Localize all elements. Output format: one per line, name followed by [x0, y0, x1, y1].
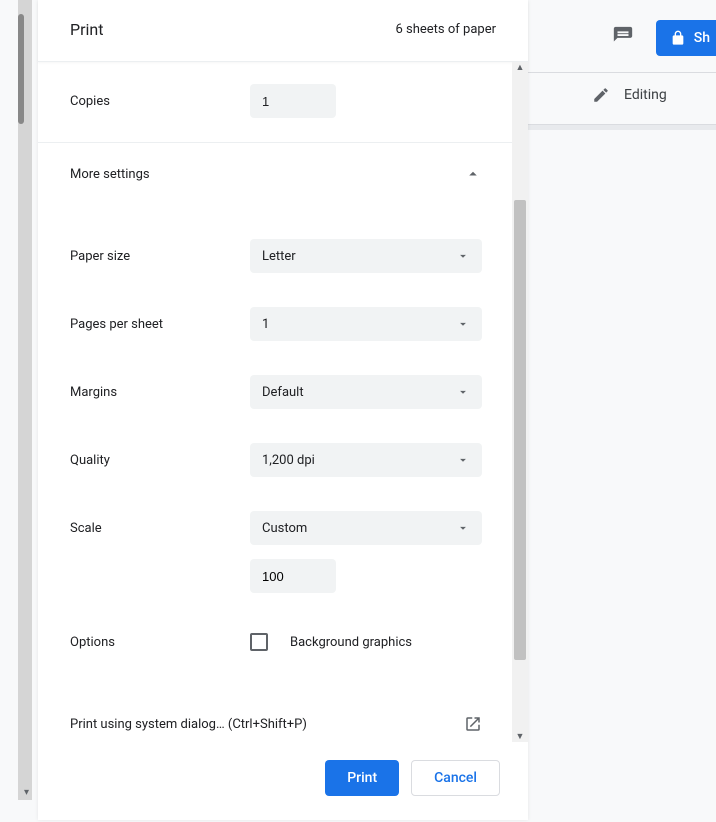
scale-label: Scale [70, 521, 250, 536]
copies-label: Copies [70, 94, 250, 109]
scroll-thumb[interactable] [514, 200, 526, 660]
share-button[interactable]: Sh [656, 20, 716, 56]
options-row: Options Background graphics [38, 633, 528, 651]
chevron-down-icon [456, 249, 470, 263]
quality-label: Quality [70, 453, 250, 468]
dialog-scrollbar[interactable]: ▲ ▼ [512, 62, 528, 742]
copies-row: Copies [38, 84, 528, 118]
pencil-icon [592, 86, 610, 104]
chevron-up-icon [464, 165, 482, 183]
print-dialog: Print 6 sheets of paper Copies More sett… [38, 0, 528, 820]
chevron-down-icon [456, 385, 470, 399]
open-external-icon [464, 715, 482, 733]
pages-per-sheet-select[interactable]: 1 [250, 307, 482, 341]
options-label: Options [70, 635, 250, 650]
pages-per-sheet-label: Pages per sheet [70, 317, 250, 332]
quality-select[interactable]: 1,200 dpi [250, 443, 482, 477]
margins-value: Default [262, 385, 304, 400]
dialog-body: Copies More settings Paper size Letter P… [38, 62, 528, 742]
dialog-title: Print [70, 20, 103, 39]
background-graphics-checkbox[interactable] [250, 633, 268, 651]
scale-row: Scale Custom [38, 511, 528, 545]
scale-custom-input[interactable] [250, 559, 336, 593]
sheet-count: 6 sheets of paper [395, 22, 496, 37]
margins-select[interactable]: Default [250, 375, 482, 409]
paper-size-value: Letter [262, 249, 296, 264]
chevron-down-icon [456, 317, 470, 331]
toolbar-divider [528, 72, 716, 73]
quality-value: 1,200 dpi [262, 453, 315, 468]
paper-size-row: Paper size Letter [38, 239, 528, 273]
more-settings-row[interactable]: More settings [38, 143, 528, 205]
cancel-button[interactable]: Cancel [411, 760, 500, 796]
print-button[interactable]: Print [325, 760, 399, 796]
scale-select[interactable]: Custom [250, 511, 482, 545]
docs-explore-icon: ▾ [24, 787, 29, 798]
chevron-down-icon [456, 521, 470, 535]
docs-scroll-thumb[interactable] [18, 14, 24, 124]
system-dialog-label: Print using system dialog… (Ctrl+Shift+P… [70, 717, 307, 732]
system-dialog-row[interactable]: Print using system dialog… (Ctrl+Shift+P… [38, 715, 528, 733]
background-graphics-label: Background graphics [290, 635, 412, 650]
dialog-header: Print 6 sheets of paper [38, 0, 528, 62]
quality-row: Quality 1,200 dpi [38, 443, 528, 477]
copies-input[interactable] [250, 84, 336, 118]
dialog-footer: Print Cancel [38, 742, 528, 820]
margins-label: Margins [70, 385, 250, 400]
scroll-up-icon[interactable]: ▲ [512, 62, 528, 73]
paper-size-label: Paper size [70, 249, 250, 264]
editing-divider [528, 124, 716, 130]
scroll-down-icon[interactable]: ▼ [512, 731, 528, 742]
editing-label: Editing [624, 87, 667, 103]
share-label: Sh [694, 30, 710, 46]
lock-icon [670, 30, 686, 46]
pages-per-sheet-row: Pages per sheet 1 [38, 307, 528, 341]
scale-value: Custom [262, 521, 307, 536]
paper-size-select[interactable]: Letter [250, 239, 482, 273]
more-settings-label: More settings [70, 167, 150, 182]
chevron-down-icon [456, 453, 470, 467]
top-toolbar: Sh [612, 20, 716, 56]
margins-row: Margins Default [38, 375, 528, 409]
comment-history-icon[interactable] [612, 25, 634, 51]
editing-mode[interactable]: Editing [592, 86, 667, 104]
scale-custom-row [38, 559, 528, 593]
pages-per-sheet-value: 1 [262, 317, 269, 332]
